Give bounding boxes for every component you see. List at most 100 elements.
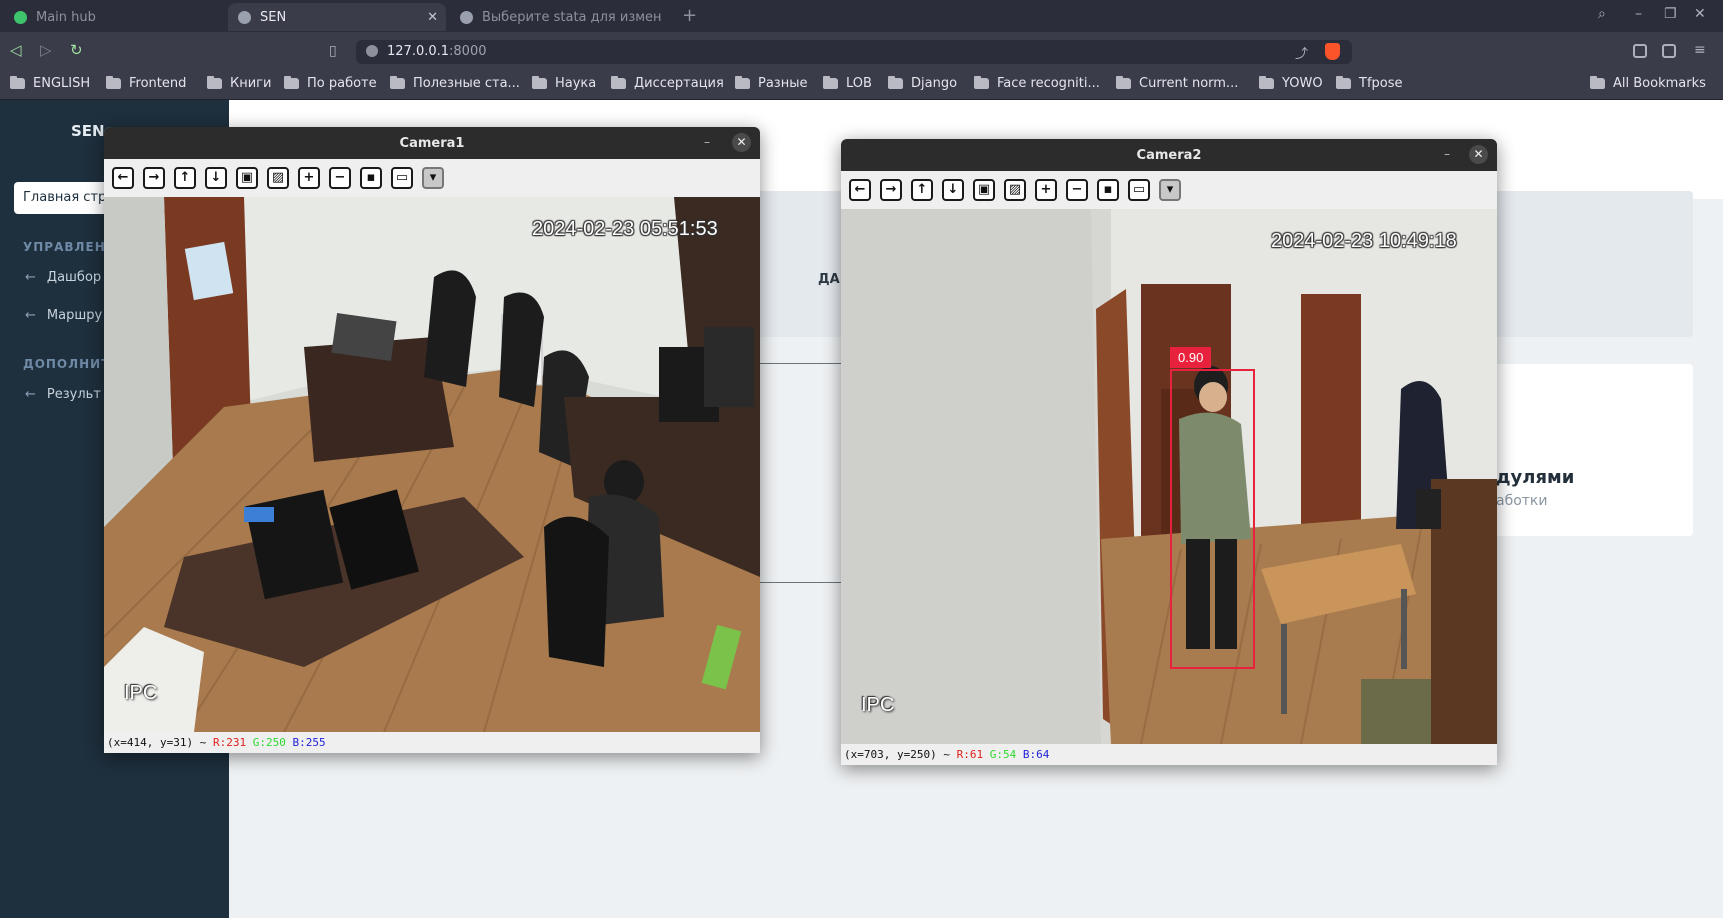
folder-icon <box>390 76 405 89</box>
properties-icon[interactable]: ▾ <box>1159 179 1181 201</box>
arrow-right-icon[interactable]: → <box>880 179 902 201</box>
save-icon[interactable]: ▪ <box>1097 179 1119 201</box>
minimize-icon[interactable]: – <box>704 135 710 149</box>
arrow-down-icon[interactable]: ↓ <box>942 179 964 201</box>
tab-main-hub[interactable]: Main hub <box>4 3 226 31</box>
bookmark-item[interactable]: LOB <box>823 76 872 91</box>
close-window-icon[interactable]: ✕ <box>1694 6 1706 22</box>
camera1-window[interactable]: Camera1 – ✕ ← → ↑ ↓ ▣ ▨ + − ▪ ▭ ▾ 2024-0… <box>104 127 760 753</box>
zoom-fit-icon[interactable]: ▣ <box>973 179 995 201</box>
folder-icon <box>207 76 222 89</box>
bookmarks-bar: ENGLISH Frontend Книги По работе Полезны… <box>0 70 1723 100</box>
reload-icon[interactable]: ↻ <box>70 41 83 59</box>
window-title: Camera2 <box>1136 148 1202 163</box>
zoom-fit-icon[interactable]: ▣ <box>236 167 258 189</box>
folder-icon <box>1590 76 1605 89</box>
camera1-timestamp: 2024-02-23 05:51:53 <box>532 218 718 240</box>
close-tab-icon[interactable]: ✕ <box>427 10 438 25</box>
bookmark-icon[interactable]: ▯ <box>329 43 337 59</box>
close-icon[interactable]: ✕ <box>1469 145 1488 164</box>
bookmark-item[interactable]: Книги <box>207 76 271 91</box>
url-text: 127.0.0.1:8000 <box>387 44 487 59</box>
share-icon[interactable]: ⤴ <box>1295 43 1308 62</box>
camera1-scene <box>104 197 760 732</box>
image-icon[interactable]: ▨ <box>267 167 289 189</box>
bookmark-item[interactable]: Tfpose <box>1336 76 1403 91</box>
minimize-icon[interactable]: – <box>1635 6 1642 22</box>
detection-box <box>1170 369 1255 669</box>
save-icon[interactable]: ▪ <box>360 167 382 189</box>
folder-icon <box>888 76 903 89</box>
camera1-statusbar: (x=414, y=31) ~ R:231 G:250 B:255 <box>107 736 326 749</box>
bookmark-item[interactable]: Полезные ста... <box>390 76 520 91</box>
bookmark-item[interactable]: Frontend <box>106 76 186 91</box>
address-bar[interactable]: 127.0.0.1:8000 ⤴ <box>356 40 1352 64</box>
module-card-subtitle: аботки <box>1496 493 1548 509</box>
back-icon[interactable]: ◁ <box>10 41 22 59</box>
arrow-up-icon[interactable]: ↑ <box>911 179 933 201</box>
tab-sen[interactable]: SEN ✕ <box>228 3 446 31</box>
bookmark-item[interactable]: ENGLISH <box>10 76 90 91</box>
zoom-in-icon[interactable]: + <box>298 167 320 189</box>
sidebar-item-routes[interactable]: ← Маршру <box>25 308 102 323</box>
copy-icon[interactable]: ▭ <box>1128 179 1150 201</box>
bookmark-item[interactable]: Current norm... <box>1116 76 1238 91</box>
arrow-right-icon[interactable]: → <box>143 167 165 189</box>
bookmark-item[interactable]: По работе <box>284 76 377 91</box>
arrow-left-icon[interactable]: ← <box>112 167 134 189</box>
forward-icon[interactable]: ▷ <box>40 41 52 59</box>
minimize-icon[interactable]: – <box>1444 147 1450 161</box>
camera2-frame[interactable]: 0.90 2024-02-23 10:49:18 IPC <box>841 209 1497 744</box>
search-icon[interactable]: ⌕ <box>1598 6 1606 22</box>
globe-icon <box>460 10 473 24</box>
folder-icon <box>1336 76 1351 89</box>
copy-icon[interactable]: ▭ <box>391 167 413 189</box>
camera2-titlebar[interactable]: Camera2 – ✕ <box>841 139 1497 171</box>
bookmark-item[interactable]: Django <box>888 76 957 91</box>
folder-icon <box>284 76 299 89</box>
arrow-left-icon: ← <box>25 270 36 285</box>
zoom-out-icon[interactable]: − <box>329 167 351 189</box>
brand-logo[interactable]: SEN <box>71 122 105 140</box>
arrow-left-icon[interactable]: ← <box>849 179 871 201</box>
brave-shields-icon[interactable] <box>1325 43 1340 60</box>
bookmark-item[interactable]: Разные <box>735 76 807 91</box>
arrow-down-icon[interactable]: ↓ <box>205 167 227 189</box>
restore-icon[interactable]: ❐ <box>1664 6 1677 22</box>
bookmark-item[interactable]: Диссертация <box>611 76 724 91</box>
sidebar-item-dashboard[interactable]: ← Дашбор <box>25 270 101 285</box>
camera1-titlebar[interactable]: Camera1 – ✕ <box>104 127 760 159</box>
bookmark-item[interactable]: YOWO <box>1259 76 1323 91</box>
camera2-window[interactable]: Camera2 – ✕ ← → ↑ ↓ ▣ ▨ + − ▪ ▭ ▾ 0.90 2… <box>841 139 1497 765</box>
properties-icon[interactable]: ▾ <box>422 167 444 189</box>
camera2-toolbar: ← → ↑ ↓ ▣ ▨ + − ▪ ▭ ▾ <box>841 171 1497 209</box>
camera2-osd-label: IPC <box>861 694 895 716</box>
arrow-up-icon[interactable]: ↑ <box>174 167 196 189</box>
zoom-in-icon[interactable]: + <box>1035 179 1057 201</box>
camera1-frame[interactable]: 2024-02-23 05:51:53 IPC <box>104 197 760 732</box>
all-bookmarks[interactable]: All Bookmarks <box>1590 76 1706 91</box>
sidebar-item-results[interactable]: ← Результ <box>25 387 101 402</box>
arrow-left-icon: ← <box>25 387 36 402</box>
camera2-scene <box>841 209 1497 744</box>
site-info-icon[interactable] <box>366 45 378 57</box>
camera1-toolbar: ← → ↑ ↓ ▣ ▨ + − ▪ ▭ ▾ <box>104 159 760 197</box>
folder-icon <box>735 76 750 89</box>
camera1-osd-label: IPC <box>124 682 158 704</box>
menu-icon[interactable]: ≡ <box>1694 42 1706 58</box>
image-icon[interactable]: ▨ <box>1004 179 1026 201</box>
folder-icon <box>823 76 838 89</box>
new-tab-button[interactable]: + <box>682 5 697 26</box>
camera2-statusbar: (x=703, y=250) ~ R:61 G:54 B:64 <box>844 748 1050 761</box>
close-icon[interactable]: ✕ <box>732 133 751 152</box>
tab-stata[interactable]: Выберите stata для измене <box>450 3 672 31</box>
module-card[interactable] <box>1493 364 1693 536</box>
folder-icon <box>10 76 25 89</box>
extensions-icon[interactable] <box>1633 44 1647 58</box>
zoom-out-icon[interactable]: − <box>1066 179 1088 201</box>
sidebar-toggle-icon[interactable] <box>1662 44 1676 58</box>
browser-tab-bar: Main hub SEN ✕ Выберите stata для измене… <box>0 0 1723 32</box>
bookmark-item[interactable]: Наука <box>532 76 596 91</box>
folder-icon <box>106 76 121 89</box>
bookmark-item[interactable]: Face recogniti... <box>974 76 1100 91</box>
